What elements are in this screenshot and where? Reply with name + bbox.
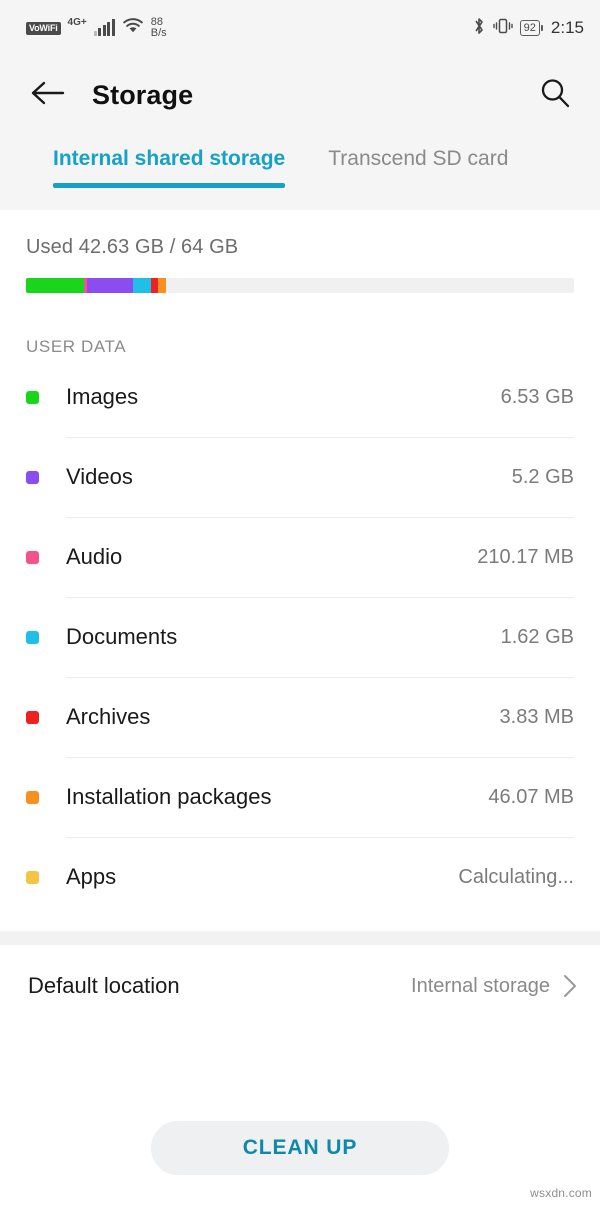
default-location-row[interactable]: Default location Internal storage xyxy=(0,945,600,1027)
storage-category-row[interactable]: Videos 5.2 GB xyxy=(26,437,574,517)
category-size-value: 46.07 MB xyxy=(488,785,574,808)
storage-category-row[interactable]: Documents 1.62 GB xyxy=(26,597,574,677)
storage-category-row[interactable]: Audio 210.17 MB xyxy=(26,517,574,597)
usage-segment-images xyxy=(26,278,85,293)
page-title: Storage xyxy=(92,79,194,110)
usage-segment-documents xyxy=(133,278,151,293)
watermark: wsxdn.com xyxy=(530,1186,592,1200)
tab-internal-shared-storage-label: Internal shared storage xyxy=(53,147,286,170)
tab-transcend-sd-card-label: Transcend SD card xyxy=(328,147,509,170)
bluetooth-icon xyxy=(472,16,486,41)
clock: 2:15 xyxy=(550,18,584,37)
back-arrow-icon xyxy=(31,80,65,111)
battery-indicator: 92 xyxy=(519,20,544,36)
vibrate-icon xyxy=(492,17,513,40)
category-color-dot-icon xyxy=(26,630,39,644)
tab-transcend-sd-card[interactable]: Transcend SD card xyxy=(328,134,508,171)
usage-summary-text: Used 42.63 GB / 64 GB xyxy=(26,236,239,258)
section-header-user-data: USER DATA xyxy=(26,337,127,356)
category-label: Images xyxy=(66,384,139,409)
clean-up-button[interactable]: CLEAN UP xyxy=(151,1121,449,1175)
storage-tabs: Internal shared storage Transcend SD car… xyxy=(0,134,600,210)
category-label: Archives xyxy=(66,704,151,729)
category-color-dot-icon xyxy=(26,390,39,404)
storage-category-row[interactable]: Installation packages 46.07 MB xyxy=(26,757,574,837)
category-color-dot-icon xyxy=(26,550,39,564)
status-bar: VoWiFi 4G+ 88 B/s 92 2:15 xyxy=(0,0,600,56)
storage-category-row[interactable]: Images 6.53 GB xyxy=(26,357,574,437)
network-type-label: 4G+ xyxy=(67,16,87,28)
wifi-icon xyxy=(122,17,144,39)
signal-strength-icon xyxy=(93,19,115,36)
default-location-value: Internal storage xyxy=(411,974,550,997)
usage-summary: Used 42.63 GB / 64 GB xyxy=(0,210,600,293)
category-size-value: Calculating... xyxy=(458,865,574,888)
usage-segment-archives xyxy=(150,278,159,293)
category-size-value: 1.62 GB xyxy=(500,625,574,648)
category-size-value: 3.83 MB xyxy=(499,705,574,728)
category-size-value: 5.2 GB xyxy=(511,465,574,488)
storage-category-row[interactable]: Archives 3.83 MB xyxy=(26,677,574,757)
usage-segment-videos xyxy=(87,278,134,293)
app-bar: Storage xyxy=(0,56,600,134)
tab-internal-shared-storage[interactable]: Internal shared storage xyxy=(53,134,286,188)
default-location-label: Default location xyxy=(28,973,180,998)
cleanup-bar: CLEAN UP xyxy=(0,1088,600,1208)
search-button[interactable] xyxy=(532,72,578,118)
status-bar-left: VoWiFi 4G+ 88 B/s xyxy=(26,17,167,39)
category-label: Apps xyxy=(66,864,117,889)
vowifi-icon: VoWiFi xyxy=(26,21,61,35)
category-color-dot-icon xyxy=(26,470,39,484)
status-bar-right: 92 2:15 xyxy=(472,16,584,41)
network-speed-unit: B/s xyxy=(150,27,167,39)
storage-category-list: Images 6.53 GB Videos 5.2 GB Audio 210.17 MB D… xyxy=(0,357,600,917)
category-label: Audio xyxy=(66,544,123,569)
category-color-dot-icon xyxy=(26,870,39,884)
chevron-right-icon xyxy=(562,973,578,999)
network-speed: 88 B/s xyxy=(151,17,167,39)
storage-category-row[interactable]: Apps Calculating... xyxy=(26,837,574,917)
category-color-dot-icon xyxy=(26,710,39,724)
category-label: Videos xyxy=(66,464,133,489)
category-size-value: 210.17 MB xyxy=(477,545,574,568)
category-label: Documents xyxy=(66,624,178,649)
search-icon xyxy=(538,76,572,115)
back-button[interactable] xyxy=(26,73,70,117)
category-size-value: 6.53 GB xyxy=(500,385,574,408)
category-label: Installation packages xyxy=(66,784,272,809)
storage-content: Used 42.63 GB / 64 GB USER DATA Images 6.… xyxy=(0,210,600,1027)
section-separator xyxy=(0,931,600,945)
usage-bar xyxy=(26,278,574,293)
category-color-dot-icon xyxy=(26,790,39,804)
usage-segment-installation-packages xyxy=(158,278,167,293)
